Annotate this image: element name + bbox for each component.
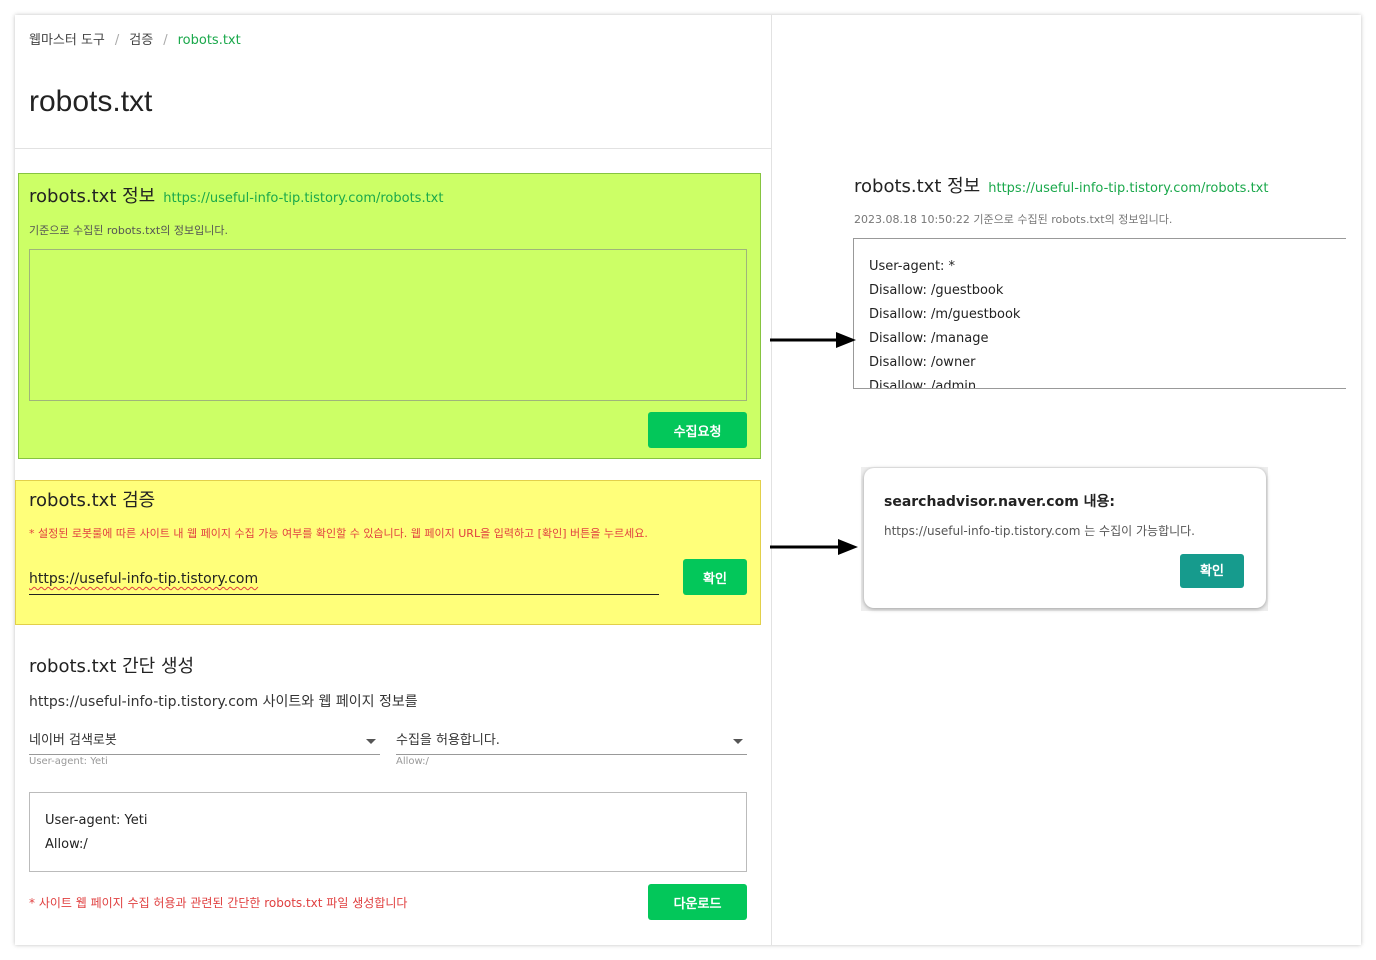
allow-select[interactable]: 수집을 허용합니다. bbox=[396, 729, 747, 755]
panel-divider bbox=[771, 15, 772, 945]
breadcrumb-separator: / bbox=[163, 33, 168, 48]
robots-info-desc: 기준으로 수집된 robots.txt의 정보입니다. bbox=[29, 224, 228, 237]
generator-subtitle: https://useful-info-tip.tistory.com 사이트와… bbox=[29, 694, 418, 710]
robots-info-content bbox=[29, 249, 747, 401]
alert-dialog-title: searchadvisor.naver.com 내용: bbox=[884, 494, 1116, 510]
robots-line: Disallow: /m/guestbook bbox=[869, 307, 1021, 322]
arrow-right-icon bbox=[770, 539, 858, 555]
robots-info-title: robots.txt 정보 https://useful-info-tip.tis… bbox=[29, 182, 443, 208]
generator-note: * 사이트 웹 페이지 수집 허용과 관련된 간단한 robots.txt 파일… bbox=[29, 896, 408, 910]
robots-info-link[interactable]: https://useful-info-tip.tistory.com/robo… bbox=[163, 191, 443, 206]
alert-ok-button[interactable]: 확인 bbox=[1180, 554, 1244, 588]
generated-robots-box: User-agent: Yeti Allow:/ bbox=[29, 792, 747, 872]
breadcrumb-current: robots.txt bbox=[177, 33, 241, 48]
robot-select-hint: User-agent: Yeti bbox=[29, 756, 108, 767]
result-robots-box: User-agent: * Disallow: /guestbook Disal… bbox=[853, 238, 1346, 389]
allow-select-hint: Allow:/ bbox=[396, 756, 429, 767]
generated-line: Allow:/ bbox=[45, 837, 88, 852]
result-info-link[interactable]: https://useful-info-tip.tistory.com/robo… bbox=[988, 181, 1268, 196]
chevron-down-icon bbox=[733, 739, 743, 744]
breadcrumb-separator: / bbox=[114, 33, 120, 48]
verify-warning: * 설정된 로봇룰에 따른 사이트 내 웹 페이지 수집 가능 여부를 확인할 … bbox=[29, 527, 648, 540]
result-info-desc: 2023.08.18 10:50:22 기준으로 수집된 robots.txt의… bbox=[854, 213, 1173, 226]
generator-title: robots.txt 간단 생성 bbox=[29, 656, 195, 677]
chevron-down-icon bbox=[366, 739, 376, 744]
robots-verify-title: robots.txt 검증 bbox=[29, 490, 156, 511]
result-info-heading: robots.txt 정보 bbox=[854, 176, 981, 197]
robot-select[interactable]: 네이버 검색로봇 bbox=[29, 729, 380, 755]
robots-line: Disallow: /manage bbox=[869, 331, 989, 346]
result-info-title: robots.txt 정보 https://useful-info-tip.tis… bbox=[854, 172, 1268, 198]
robots-verify-section: robots.txt 검증 * 설정된 로봇룰에 따른 사이트 내 웹 페이지 … bbox=[15, 480, 761, 625]
alert-dialog-backdrop: searchadvisor.naver.com 내용: https://usef… bbox=[861, 467, 1268, 611]
collect-request-button[interactable]: 수집요청 bbox=[648, 412, 747, 448]
robots-line: Disallow: /admin bbox=[869, 379, 977, 389]
download-button[interactable]: 다운로드 bbox=[648, 884, 747, 920]
header-divider bbox=[15, 148, 771, 149]
breadcrumb-verify[interactable]: 검증 bbox=[129, 33, 153, 48]
breadcrumb: 웹마스터 도구 / 검증 / robots.txt bbox=[29, 29, 241, 48]
verify-url-value: https://useful-info-tip.tistory.com bbox=[29, 571, 259, 587]
verify-url-input[interactable]: https://useful-info-tip.tistory.com bbox=[29, 565, 659, 595]
robots-info-section: robots.txt 정보 https://useful-info-tip.tis… bbox=[18, 173, 761, 459]
page-title: robots.txt bbox=[29, 85, 153, 118]
alert-dialog-message: https://useful-info-tip.tistory.com 는 수집… bbox=[884, 524, 1196, 538]
robot-select-value: 네이버 검색로봇 bbox=[29, 733, 117, 748]
breadcrumb-webmaster[interactable]: 웹마스터 도구 bbox=[29, 33, 105, 48]
robots-info-heading: robots.txt 정보 bbox=[29, 186, 156, 207]
alert-dialog: searchadvisor.naver.com 내용: https://usef… bbox=[864, 468, 1266, 608]
verify-confirm-button[interactable]: 확인 bbox=[683, 559, 747, 595]
robots-line: Disallow: /owner bbox=[869, 355, 976, 370]
generated-line: User-agent: Yeti bbox=[45, 813, 148, 828]
allow-select-value: 수집을 허용합니다. bbox=[396, 733, 500, 748]
robots-line: User-agent: * bbox=[869, 259, 956, 274]
arrow-right-icon bbox=[770, 332, 856, 348]
robots-line: Disallow: /guestbook bbox=[869, 283, 1004, 298]
